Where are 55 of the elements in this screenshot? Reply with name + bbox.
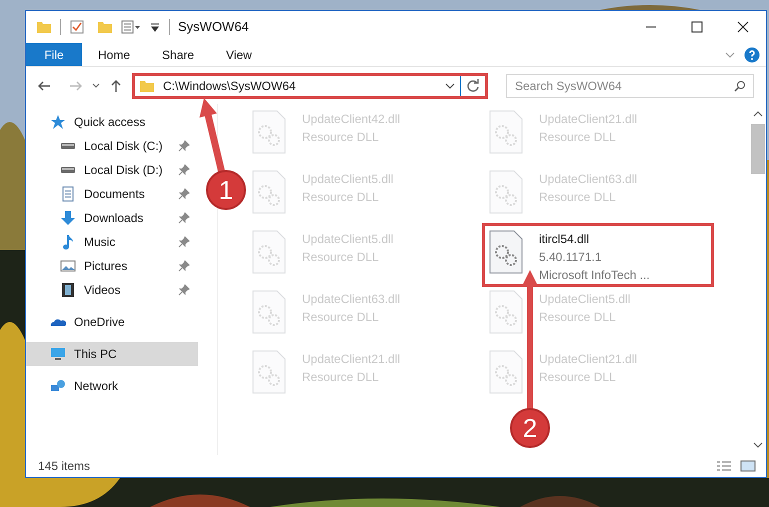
gear-file-icon [252, 290, 286, 334]
gear-file-icon [252, 350, 286, 394]
scrollbar-thumb[interactable] [750, 124, 764, 174]
document-icon [60, 186, 76, 202]
nav-item[interactable]: OneDrive [26, 310, 198, 334]
thumbnail-view-icon[interactable] [740, 458, 756, 474]
nav-item[interactable]: Music [26, 230, 198, 254]
gear-file-icon [489, 230, 523, 274]
file-item[interactable]: itircl54.dll 5.40.1171.1 Microsoft InfoTech ... [485, 226, 711, 284]
dropdown-icon[interactable] [149, 21, 161, 33]
gear-file-icon [252, 230, 286, 274]
properties-icon[interactable] [121, 19, 141, 35]
music-note-icon [60, 234, 76, 250]
nav-item[interactable]: Downloads [26, 206, 198, 230]
ribbon-tab[interactable]: View [210, 43, 268, 66]
file-name: itircl54.dll [539, 231, 590, 248]
nav-item[interactable]: Pictures [26, 254, 198, 278]
address-path: C:\Windows\SysWOW64 [163, 78, 296, 94]
star-icon [50, 114, 66, 130]
file-detail: Microsoft InfoTech ... [539, 267, 650, 284]
nav-item[interactable]: Quick access [26, 110, 198, 134]
drive-icon [60, 143, 76, 149]
ribbon-tab[interactable]: Home [82, 43, 146, 66]
nav-item[interactable]: Local Disk (C:) [26, 134, 198, 158]
network-icon [50, 378, 66, 394]
ribbon-tab[interactable]: File [26, 43, 82, 66]
search-field[interactable]: Search SysWOW64 [506, 74, 754, 98]
close-icon [737, 21, 749, 33]
address-bar[interactable]: C:\Windows\SysWOW64 [132, 72, 488, 98]
nav-item[interactable]: Documents [26, 182, 198, 206]
gear-file-icon [489, 290, 523, 334]
nav-item[interactable]: Local Disk (D:) [26, 158, 198, 182]
refresh-icon[interactable] [465, 78, 481, 94]
item-count: 145 items [38, 458, 90, 475]
ribbon-tab[interactable]: Share [146, 43, 210, 66]
gear-file-icon [252, 170, 286, 214]
gear-file-icon [489, 350, 523, 394]
nav-item[interactable]: This PC [26, 342, 198, 366]
nav-item[interactable]: Network [26, 374, 198, 398]
picture-icon [60, 258, 76, 274]
gear-file-icon [252, 110, 286, 154]
gear-file-icon [489, 170, 523, 214]
nav-item[interactable]: Videos [26, 278, 198, 302]
window-title: SysWOW64 [178, 18, 249, 36]
monitor-icon [50, 346, 66, 362]
checkmark-icon[interactable] [69, 19, 85, 35]
chevron-down-icon[interactable] [92, 82, 100, 90]
maximize-icon [691, 21, 703, 33]
film-icon [60, 282, 76, 298]
file-detail: 5.40.1171.1 [539, 249, 603, 266]
download-arrow-icon [60, 210, 76, 226]
search-icon [734, 80, 746, 92]
gear-file-icon [489, 110, 523, 154]
help-icon[interactable] [744, 46, 760, 62]
drive-icon [60, 167, 76, 173]
